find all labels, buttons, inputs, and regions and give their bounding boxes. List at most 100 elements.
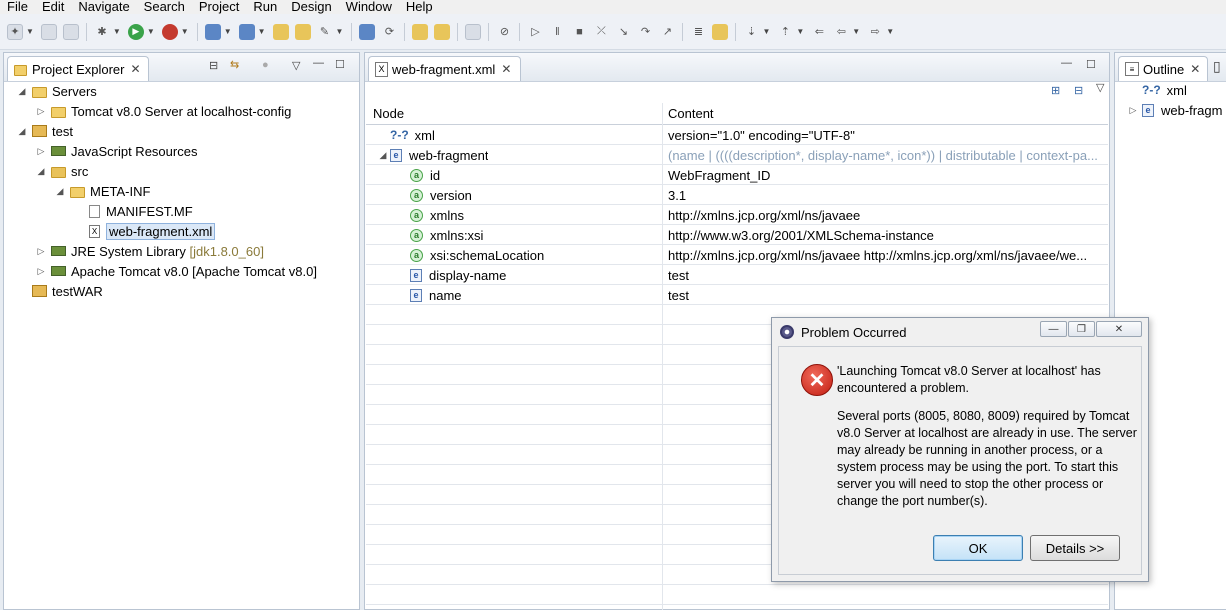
tree-item[interactable]: testWAR — [16, 281, 103, 301]
close-icon[interactable]: ✕ — [1190, 62, 1200, 76]
chevron-right-icon[interactable]: ▷ — [1127, 105, 1139, 116]
tree-item[interactable]: ◢ src — [35, 161, 89, 181]
open-type-icon[interactable] — [272, 23, 289, 40]
previous-annotation-icon[interactable]: ⇡ — [777, 24, 793, 40]
menu-project[interactable]: Project — [192, 0, 246, 14]
tree-item[interactable]: Xweb-fragment.xml — [73, 221, 216, 241]
last-edit-icon[interactable]: ⇐ — [811, 24, 827, 40]
node-cell[interactable]: a xmlns — [410, 205, 464, 225]
content-cell[interactable]: test — [668, 285, 1106, 305]
chevron-down-icon[interactable]: ▼ — [258, 27, 266, 36]
filter-icon[interactable]: ● — [262, 59, 269, 71]
minimize-icon[interactable]: — — [313, 57, 324, 69]
menu-search[interactable]: Search — [137, 0, 192, 14]
menu-file[interactable]: File — [0, 0, 35, 14]
tree-item[interactable]: ▷ Apache Tomcat v8.0 [Apache Tomcat v8.0] — [35, 261, 317, 281]
maximize-icon[interactable]: ☐ — [1086, 58, 1096, 71]
chevron-down-icon[interactable]: ◢ — [16, 126, 28, 137]
collapse-all-icon[interactable]: ⊟ — [1074, 84, 1083, 97]
chevron-down-icon[interactable]: ◢ — [376, 150, 390, 161]
chevron-down-icon[interactable]: ▼ — [26, 27, 34, 36]
view-menu-icon[interactable]: ▽ — [1096, 81, 1104, 94]
tab-outline[interactable]: ≡ Outline ✕ — [1118, 56, 1208, 81]
node-cell[interactable]: a id — [410, 165, 440, 185]
new-server-icon[interactable] — [204, 23, 221, 40]
outline-item[interactable]: ▷ e web-fragm — [1127, 100, 1223, 120]
link-with-editor-icon[interactable]: ⇆ — [230, 58, 239, 71]
chevron-down-icon[interactable]: ▼ — [852, 27, 860, 36]
next-annotation-icon[interactable]: ⇣ — [743, 24, 759, 40]
expand-all-icon[interactable]: ⊞ — [1051, 84, 1060, 97]
tree-item[interactable]: ◢ test — [16, 121, 73, 141]
column-header-content[interactable]: Content — [668, 103, 714, 123]
chevron-down-icon[interactable]: ◢ — [54, 186, 66, 197]
xml-outline-icon[interactable] — [412, 23, 429, 40]
tree-item[interactable]: ▷ Tomcat v8.0 Server at localhost-config — [35, 101, 292, 121]
wand-icon[interactable]: ✎ — [317, 24, 333, 40]
terminate-icon[interactable]: ■ — [571, 24, 587, 40]
skip-breakpoints-icon[interactable]: ⊘ — [496, 24, 512, 40]
minimize-button[interactable]: — — [1040, 321, 1067, 337]
node-cell[interactable]: ?-? xml — [376, 125, 435, 145]
chevron-down-icon[interactable]: ◢ — [16, 86, 28, 97]
resume-icon[interactable]: ▷ — [527, 24, 543, 40]
forward-icon[interactable]: ⇨ — [867, 24, 883, 40]
maximize-icon[interactable]: ☐ — [335, 58, 345, 71]
chevron-down-icon[interactable]: ▼ — [336, 27, 344, 36]
run-icon[interactable]: ▶ — [127, 23, 144, 40]
console-icon[interactable] — [465, 23, 482, 40]
toggle-mark-icon[interactable] — [712, 23, 729, 40]
menu-run[interactable]: Run — [246, 0, 284, 14]
restore-button[interactable]: ❐ — [1068, 321, 1095, 337]
step-over-icon[interactable]: ↷ — [637, 24, 653, 40]
chevron-down-icon[interactable]: ▼ — [796, 27, 804, 36]
content-cell[interactable]: version="1.0" encoding="UTF-8" — [668, 125, 1106, 145]
chevron-down-icon[interactable]: ▼ — [762, 27, 770, 36]
tree-item[interactable]: ▷ JRE System Library [jdk1.8.0_60] — [35, 241, 264, 261]
disconnect-icon[interactable]: ⤫ — [593, 24, 609, 40]
chevron-right-icon[interactable]: ▷ — [35, 266, 47, 277]
node-cell[interactable]: a xsi:schemaLocation — [410, 245, 544, 265]
refresh-icon[interactable]: ⟳ — [381, 24, 397, 40]
tree-item[interactable]: ◢ Servers — [16, 81, 97, 101]
close-icon[interactable]: ✕ — [130, 62, 140, 76]
chevron-down-icon[interactable]: ◢ — [35, 166, 47, 177]
new-java-class-icon[interactable] — [238, 23, 255, 40]
content-cell[interactable]: WebFragment_ID — [668, 165, 1106, 185]
view-menu-icon[interactable]: ▽ — [292, 59, 300, 72]
details-button[interactable]: Details >> — [1030, 535, 1120, 561]
new-icon[interactable]: ✦ — [7, 23, 23, 40]
node-cell[interactable]: e name — [410, 285, 462, 305]
debug-icon[interactable]: ✱ — [94, 24, 110, 40]
chevron-right-icon[interactable]: ▷ — [35, 146, 47, 157]
open-resource-icon[interactable] — [294, 23, 311, 40]
ok-button[interactable]: OK — [933, 535, 1023, 561]
outline-item[interactable]: ?-? xml — [1142, 80, 1187, 100]
chevron-down-icon[interactable]: ▼ — [224, 27, 232, 36]
node-cell[interactable]: a xmlns:xsi — [410, 225, 483, 245]
node-cell[interactable]: ◢ e web-fragment — [376, 145, 489, 165]
step-into-icon[interactable]: ↘ — [615, 24, 631, 40]
save-all-icon[interactable] — [62, 23, 79, 40]
node-cell[interactable]: a version — [410, 185, 472, 205]
back-icon[interactable]: ⇦ — [833, 24, 849, 40]
chevron-right-icon[interactable]: ▷ — [35, 106, 47, 117]
collapse-all-icon[interactable]: ⊟ — [209, 59, 218, 72]
overflow-icon[interactable]: ▯ — [1213, 58, 1221, 75]
column-header-node[interactable]: Node — [373, 103, 404, 123]
minimize-icon[interactable]: — — [1061, 57, 1072, 69]
chevron-down-icon[interactable]: ▼ — [147, 27, 155, 36]
content-cell[interactable]: 3.1 — [668, 185, 1106, 205]
globe-icon[interactable] — [359, 23, 376, 40]
step-return-icon[interactable]: ↗ — [659, 24, 675, 40]
menu-help[interactable]: Help — [399, 0, 440, 14]
menu-edit[interactable]: Edit — [35, 0, 71, 14]
tree-item[interactable]: MANIFEST.MF — [73, 201, 193, 221]
menu-window[interactable]: Window — [339, 0, 399, 14]
menu-design[interactable]: Design — [284, 0, 338, 14]
format-icon[interactable]: ≣ — [690, 24, 706, 40]
node-cell[interactable]: e display-name — [410, 265, 506, 285]
close-icon[interactable]: ✕ — [501, 62, 511, 76]
xml-source-icon[interactable] — [434, 23, 451, 40]
tab-web-fragment-xml[interactable]: X web-fragment.xml ✕ — [368, 56, 521, 81]
